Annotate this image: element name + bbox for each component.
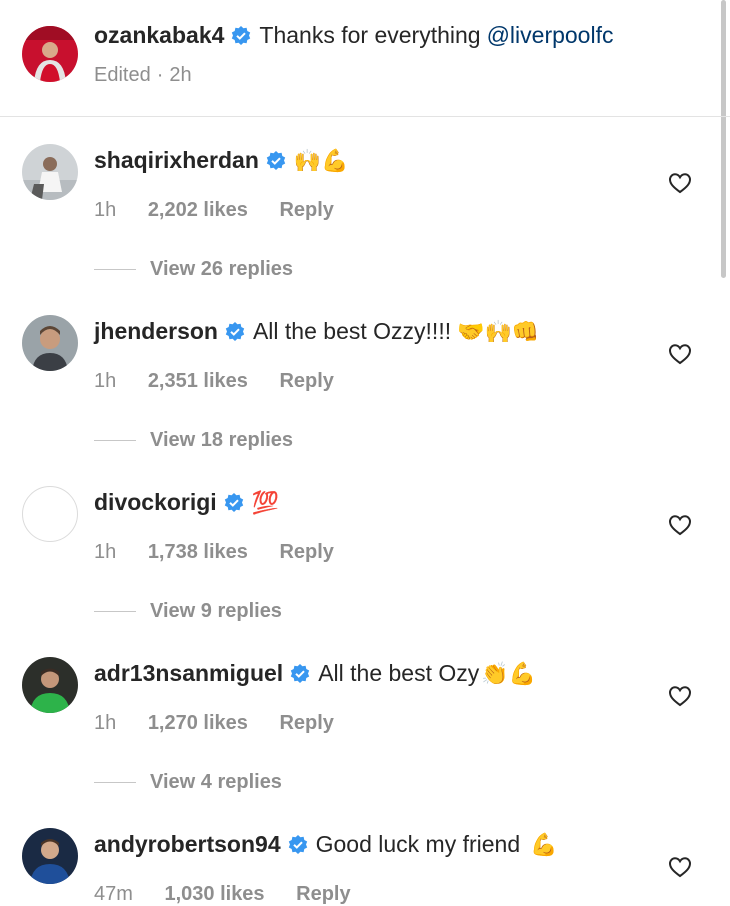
comment: adr13nsanmiguel All the best Ozy 👏💪 1h 1… xyxy=(22,651,712,821)
emoji: 🙌💪 xyxy=(293,147,349,173)
comment-time: 1h xyxy=(94,712,117,734)
heart-icon[interactable] xyxy=(668,856,692,878)
scrollbar[interactable] xyxy=(721,0,726,278)
verified-badge-icon xyxy=(266,150,286,170)
view-replies-label: View 26 replies xyxy=(150,258,294,280)
view-replies-button[interactable]: View 9 replies xyxy=(94,600,282,623)
reply-button[interactable]: Reply xyxy=(279,199,333,221)
edited-label: Edited xyxy=(94,64,151,86)
comment-text: All the best Ozy xyxy=(318,660,480,686)
comment-time: 47m xyxy=(94,883,133,905)
username[interactable]: shaqirixherdan xyxy=(94,147,259,174)
caption-text: Thanks for everything xyxy=(259,22,481,48)
reply-button[interactable]: Reply xyxy=(279,370,333,392)
likes-count[interactable]: 1,030 likes xyxy=(164,883,264,905)
comment: shaqirixherdan 🙌💪 1h 2,202 likes Reply V… xyxy=(22,138,712,308)
avatar[interactable] xyxy=(22,486,78,542)
heart-icon[interactable] xyxy=(668,685,692,707)
comment: jhenderson All the best Ozzy!!!! 🤝🙌👊 1h … xyxy=(22,309,712,479)
post-time: 2h xyxy=(169,64,192,86)
mention-link[interactable]: @liverpoolfc xyxy=(487,22,614,49)
flexed-biceps-emoji: 💪 xyxy=(530,831,558,857)
comment-text: All the best Ozzy!!!! xyxy=(252,318,452,344)
verified-badge-icon xyxy=(225,321,245,341)
username[interactable]: andyrobertson94 xyxy=(94,831,281,858)
emoji: 👏💪 xyxy=(481,660,537,686)
emoji: 🤝🙌👊 xyxy=(457,318,540,344)
verified-badge-icon xyxy=(290,663,310,683)
verified-badge-icon xyxy=(224,492,243,512)
view-replies-label: View 4 replies xyxy=(150,771,282,793)
likes-count[interactable]: 2,202 likes xyxy=(148,199,248,221)
view-replies-label: View 9 replies xyxy=(150,600,282,622)
view-replies-label: View 18 replies xyxy=(150,429,294,451)
comment-text: Good luck my friend xyxy=(315,831,521,857)
reply-button[interactable]: Reply xyxy=(296,883,350,905)
replies-divider xyxy=(94,782,136,783)
comment: divockorigi 💯 1h 1,738 likes Reply View … xyxy=(22,480,712,650)
avatar[interactable] xyxy=(22,828,78,884)
separator: · xyxy=(156,64,164,86)
hundred-points-emoji: 💯 xyxy=(251,489,280,515)
verified-badge-icon xyxy=(288,834,307,854)
heart-icon[interactable] xyxy=(668,343,692,365)
post-caption: ozankabak4 Thanks for everything @liverp… xyxy=(22,12,712,112)
avatar[interactable] xyxy=(22,315,78,371)
comment: andyrobertson94 Good luck my friend 💪 47… xyxy=(22,822,712,905)
replies-divider xyxy=(94,611,136,612)
reply-button[interactable]: Reply xyxy=(279,712,333,734)
comment-time: 1h xyxy=(94,199,117,221)
avatar[interactable] xyxy=(22,26,78,82)
likes-count[interactable]: 1,738 likes xyxy=(148,541,248,563)
username[interactable]: divockorigi xyxy=(94,489,217,516)
username[interactable]: adr13nsanmiguel xyxy=(94,660,283,687)
verified-badge-icon xyxy=(232,25,251,45)
username[interactable]: jhenderson xyxy=(94,318,218,345)
heart-icon[interactable] xyxy=(668,514,692,536)
likes-count[interactable]: 2,351 likes xyxy=(148,370,248,392)
heart-icon[interactable] xyxy=(668,172,692,194)
username[interactable]: ozankabak4 xyxy=(94,22,224,49)
divider xyxy=(0,116,730,117)
avatar[interactable] xyxy=(22,144,78,200)
view-replies-button[interactable]: View 26 replies xyxy=(94,258,293,281)
view-replies-button[interactable]: View 18 replies xyxy=(94,429,293,452)
replies-divider xyxy=(94,440,136,441)
comment-time: 1h xyxy=(94,541,117,563)
replies-divider xyxy=(94,269,136,270)
comment-time: 1h xyxy=(94,370,117,392)
avatar[interactable] xyxy=(22,657,78,713)
likes-count[interactable]: 1,270 likes xyxy=(148,712,248,734)
reply-button[interactable]: Reply xyxy=(279,541,333,563)
view-replies-button[interactable]: View 4 replies xyxy=(94,771,282,794)
